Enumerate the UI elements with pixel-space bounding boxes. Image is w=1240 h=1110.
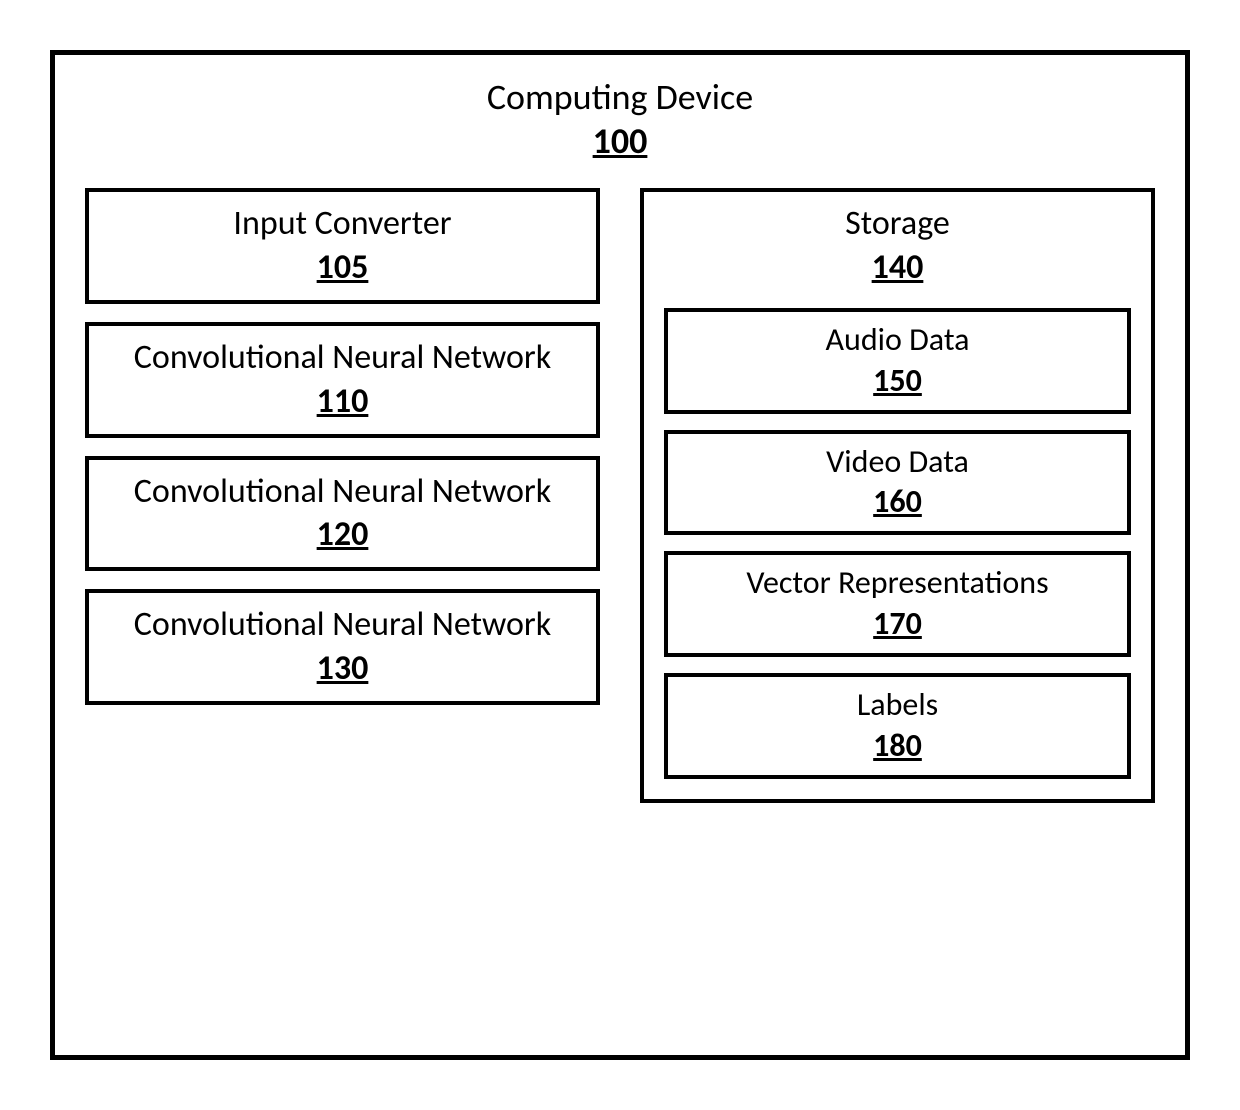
cnn-130-label: Convolutional Neural Network (99, 605, 586, 646)
labels-label: Labels (676, 687, 1119, 724)
computing-device-ref: 100 (593, 119, 648, 163)
audio-data-label: Audio Data (676, 322, 1119, 359)
right-column: Storage 140 Audio Data 150 Video Data 16… (640, 188, 1155, 803)
storage-items: Audio Data 150 Video Data 160 Vector Rep… (664, 308, 1131, 779)
vector-reps-block: Vector Representations 170 (664, 551, 1131, 657)
cnn-130-ref: 130 (317, 648, 369, 689)
input-converter-ref: 105 (317, 247, 369, 288)
left-column: Input Converter 105 Convolutional Neural… (85, 188, 600, 705)
cnn-120-block: Convolutional Neural Network 120 (85, 456, 600, 572)
diagram-columns: Input Converter 105 Convolutional Neural… (85, 188, 1155, 1025)
vector-reps-ref: 170 (873, 604, 922, 643)
video-data-block: Video Data 160 (664, 430, 1131, 536)
vector-reps-label: Vector Representations (676, 565, 1119, 602)
cnn-130-block: Convolutional Neural Network 130 (85, 589, 600, 705)
storage-label: Storage (664, 204, 1131, 245)
storage-ref: 140 (872, 247, 924, 288)
cnn-110-ref: 110 (317, 381, 369, 422)
audio-data-ref: 150 (873, 361, 922, 400)
labels-block: Labels 180 (664, 673, 1131, 779)
storage-box: Storage 140 Audio Data 150 Video Data 16… (640, 188, 1155, 803)
computing-device-label: Computing Device (85, 75, 1155, 119)
video-data-label: Video Data (676, 444, 1119, 481)
cnn-110-block: Convolutional Neural Network 110 (85, 322, 600, 438)
video-data-ref: 160 (873, 482, 922, 521)
input-converter-label: Input Converter (99, 204, 586, 245)
computing-device-header: Computing Device 100 (85, 75, 1155, 163)
cnn-120-ref: 120 (317, 514, 369, 555)
computing-device-box: Computing Device 100 Input Converter 105… (50, 50, 1190, 1060)
input-converter-block: Input Converter 105 (85, 188, 600, 304)
labels-ref: 180 (873, 726, 922, 765)
cnn-120-label: Convolutional Neural Network (99, 472, 586, 513)
cnn-110-label: Convolutional Neural Network (99, 338, 586, 379)
audio-data-block: Audio Data 150 (664, 308, 1131, 414)
storage-header: Storage 140 (664, 204, 1131, 288)
